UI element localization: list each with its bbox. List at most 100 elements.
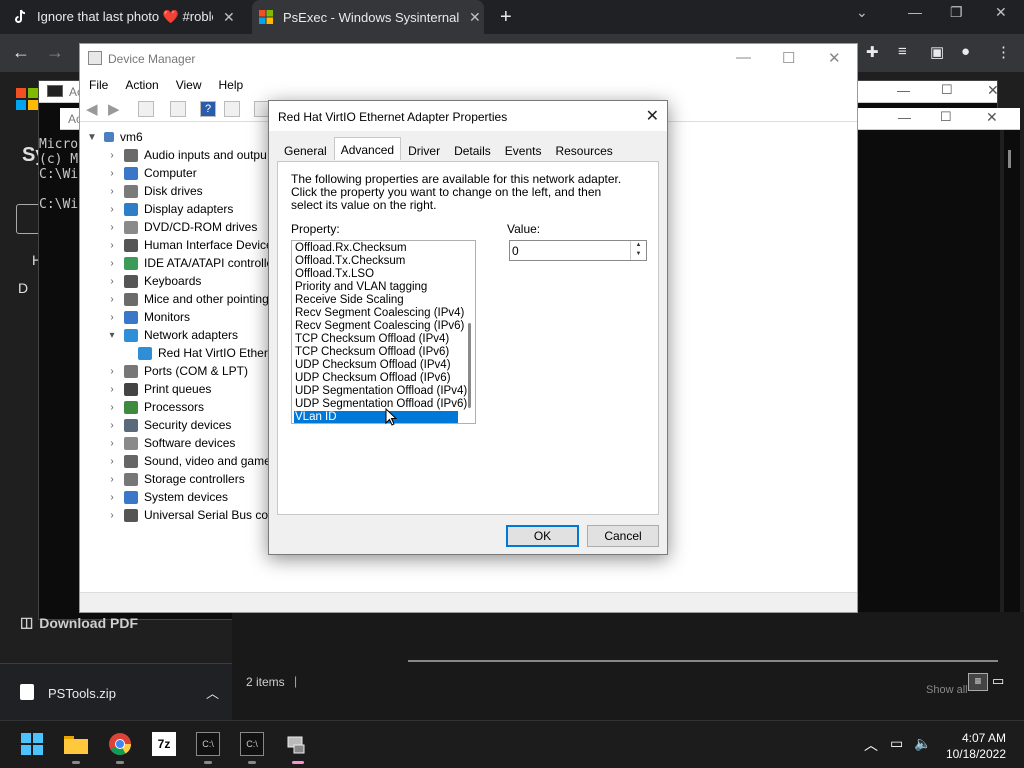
tree-category-item[interactable]: › Mice and other pointing <box>106 290 268 308</box>
property-list-item[interactable]: Priority and VLAN tagging <box>294 281 458 294</box>
volume-icon[interactable]: 🔈 <box>914 735 931 752</box>
spin-up-icon[interactable]: ▲ <box>631 241 646 250</box>
property-list-item[interactable]: Recv Segment Coalescing (IPv6) <box>294 320 464 333</box>
tab-driver[interactable]: Driver <box>401 139 447 160</box>
help-icon[interactable]: ? <box>200 101 216 117</box>
chevron-right-icon[interactable]: › <box>106 168 118 179</box>
tab-general[interactable]: General <box>277 139 334 160</box>
media-queue-icon[interactable]: ≡ <box>898 43 907 60</box>
chevron-right-icon[interactable]: › <box>106 492 118 503</box>
system-clock[interactable]: 4:07 AM 10/18/2022 <box>946 730 1006 762</box>
tab-close-icon[interactable]: ✕ <box>469 9 481 26</box>
menu-file[interactable]: File <box>89 78 108 92</box>
property-list-item[interactable]: UDP Segmentation Offload (IPv4) <box>294 385 467 398</box>
property-list-item[interactable]: Receive Side Scaling <box>294 294 458 307</box>
minimize-icon[interactable]: — <box>908 4 922 20</box>
more-options-icon[interactable]: ⋮ <box>996 43 1011 61</box>
expand-chevron-icon[interactable]: ▼ <box>86 132 98 143</box>
tree-category-item[interactable]: › Processors <box>106 398 204 416</box>
tree-category-item[interactable]: › Audio inputs and outpu <box>106 146 266 164</box>
chevron-down-icon[interactable]: ⌄ <box>856 4 868 21</box>
property-list-item[interactable]: TCP Checksum Offload (IPv6) <box>294 346 458 359</box>
tree-device-item[interactable]: Red Hat VirtIO Ethern <box>138 344 275 362</box>
spin-down-icon[interactable]: ▼ <box>631 250 646 259</box>
tree-category-item[interactable]: › Universal Serial Bus cont <box>106 506 278 524</box>
command-prompt-icon[interactable]: C:\ <box>196 732 220 756</box>
new-tab-button[interactable]: + <box>500 6 512 29</box>
horizontal-scrollbar[interactable] <box>408 660 998 662</box>
close-icon[interactable]: ✕ <box>987 82 999 99</box>
chevron-right-icon[interactable]: › <box>106 276 118 287</box>
chevron-right-icon[interactable]: › <box>106 186 118 197</box>
start-windows-icon[interactable] <box>20 732 44 756</box>
chevron-right-icon[interactable]: › <box>106 420 118 431</box>
command-prompt-icon[interactable]: C:\ <box>240 732 264 756</box>
menu-help[interactable]: Help <box>219 78 244 92</box>
restore-icon[interactable]: ❐ <box>950 4 963 21</box>
ok-button[interactable]: OK <box>506 525 579 547</box>
tree-category-item[interactable]: › IDE ATA/ATAPI controlle <box>106 254 273 272</box>
property-list-item[interactable]: UDP Checksum Offload (IPv4) <box>294 359 458 372</box>
details-icon[interactable] <box>224 101 240 117</box>
download-pdf-link[interactable]: ◫ Download PDF <box>20 614 138 631</box>
show-all-link[interactable]: Show all <box>926 684 968 696</box>
scrollbar-thumb[interactable] <box>468 323 471 408</box>
minimize-icon[interactable]: — <box>897 83 910 98</box>
maximize-icon[interactable]: ☐ <box>782 49 795 67</box>
browser-tab-psexec[interactable]: PsExec - Windows Sysinternals | M ✕ <box>252 0 484 34</box>
back-arrow-icon[interactable]: ◀ <box>86 100 98 118</box>
properties-icon[interactable] <box>138 101 154 117</box>
property-list-item[interactable]: UDP Segmentation Offload (IPv6) <box>294 398 467 411</box>
maximize-icon[interactable]: ☐ <box>940 109 952 125</box>
tree-root-computer[interactable]: ▼ vm6 <box>86 128 143 146</box>
tree-category-item[interactable]: › Keyboards <box>106 272 201 290</box>
back-arrow-icon[interactable]: ← <box>12 42 30 63</box>
chevron-right-icon[interactable]: › <box>106 474 118 485</box>
tab-close-icon[interactable]: ✕ <box>223 9 235 26</box>
extensions-puzzle-icon[interactable]: ✚ <box>866 43 879 61</box>
tree-category-item[interactable]: › Human Interface Device <box>106 236 272 254</box>
chevron-right-icon[interactable]: › <box>106 240 118 251</box>
tree-category-item[interactable]: › Sound, video and game <box>106 452 270 470</box>
chevron-right-icon[interactable]: › <box>106 150 118 161</box>
tree-category-item[interactable]: › Software devices <box>106 434 235 452</box>
tab-advanced[interactable]: Advanced <box>333 137 402 160</box>
chevron-right-icon[interactable]: › <box>106 384 118 395</box>
close-icon[interactable]: ✕ <box>986 109 998 126</box>
close-icon[interactable]: ✕ <box>995 4 1007 21</box>
chevron-up-icon[interactable]: ︿ <box>864 735 878 755</box>
property-list-item[interactable]: Offload.Rx.Checksum <box>294 242 458 255</box>
tree-category-item[interactable]: › Monitors <box>106 308 190 326</box>
property-list-item[interactable]: Offload.Tx.LSO <box>294 268 458 281</box>
value-input[interactable] <box>512 243 626 258</box>
property-list-item[interactable]: UDP Checksum Offload (IPv6) <box>294 372 458 385</box>
tree-category-item[interactable]: ▾ Network adapters <box>106 326 238 344</box>
close-icon[interactable]: ✕ <box>828 49 841 67</box>
large-icons-view-icon[interactable]: ▭ <box>992 673 1004 689</box>
tab-events[interactable]: Events <box>498 139 549 160</box>
tree-category-item[interactable]: › Ports (COM & LPT) <box>106 362 248 380</box>
tree-category-item[interactable]: › DVD/CD-ROM drives <box>106 218 257 236</box>
menu-action[interactable]: Action <box>125 78 158 92</box>
close-icon[interactable]: ✕ <box>646 106 659 126</box>
tree-category-item[interactable]: › Security devices <box>106 416 231 434</box>
tab-resources[interactable]: Resources <box>548 139 619 160</box>
chevron-right-icon[interactable]: › <box>106 510 118 521</box>
tree-category-item[interactable]: › Display adapters <box>106 200 233 218</box>
list-view-icon[interactable] <box>170 101 186 117</box>
chevron-right-icon[interactable]: › <box>106 312 118 323</box>
minimize-icon[interactable]: — <box>898 110 911 125</box>
chevron-right-icon[interactable]: › <box>106 204 118 215</box>
chevron-right-icon[interactable]: › <box>106 258 118 269</box>
file-explorer-icon[interactable] <box>64 732 88 756</box>
tree-category-item[interactable]: › Disk drives <box>106 182 202 200</box>
forward-arrow-icon[interactable]: ▶ <box>108 100 120 118</box>
maximize-icon[interactable]: ☐ <box>941 82 953 98</box>
tree-category-item[interactable]: › Computer <box>106 164 196 182</box>
chevron-down-icon[interactable]: ▾ <box>106 330 118 341</box>
tree-category-item[interactable]: › Print queues <box>106 380 211 398</box>
profile-avatar-icon[interactable]: ● <box>961 43 970 60</box>
cancel-button[interactable]: Cancel <box>587 525 659 547</box>
property-list-item[interactable]: Offload.Tx.Checksum <box>294 255 458 268</box>
chevron-right-icon[interactable]: › <box>106 294 118 305</box>
